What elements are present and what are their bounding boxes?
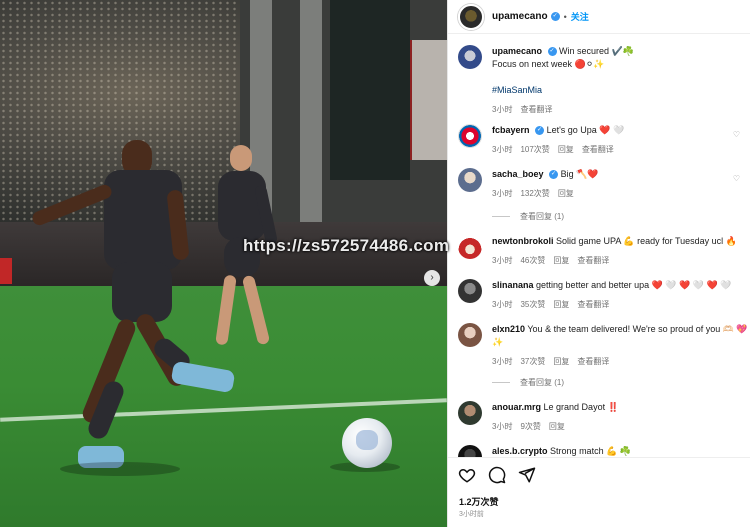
comment: ales.b.crypto Strong match 💪 ☘️: [458, 445, 748, 457]
post-likes-count[interactable]: 1.2万次赞: [459, 495, 499, 508]
view-replies-link[interactable]: 查看回复 (1): [492, 211, 564, 222]
translate-link[interactable]: 查看翻译: [577, 256, 609, 265]
verified-badge-icon: ✓: [549, 170, 559, 180]
likes-count[interactable]: 46次赞: [520, 256, 545, 265]
follow-button[interactable]: 关注: [571, 10, 589, 23]
heart-icon[interactable]: [458, 466, 476, 484]
soccer-ball: [342, 418, 392, 468]
post-photo: ›: [0, 0, 447, 527]
likes-count[interactable]: 9次赞: [520, 422, 540, 431]
translate-link[interactable]: 查看翻译: [520, 105, 552, 114]
post-timestamp: 3小时前: [459, 511, 484, 518]
translate-link[interactable]: 查看翻译: [577, 300, 609, 309]
share-icon[interactable]: [518, 466, 536, 484]
watermark-text: https://zs572574486.com: [243, 236, 450, 255]
reply-link[interactable]: 回复: [558, 145, 574, 154]
reply-link[interactable]: 回复: [558, 189, 574, 198]
comment: slinanana getting better and better upa …: [458, 279, 748, 311]
comments-list[interactable]: upamecano ✓ Win secured ✔️☘️ Focus on ne…: [448, 35, 750, 457]
commenter-avatar[interactable]: [458, 124, 482, 148]
commenter-avatar[interactable]: [458, 168, 482, 192]
comment: sacha_boey ✓ Big 🪓❤️ 3小时 132次赞 回复 ♡: [458, 168, 748, 200]
likes-count[interactable]: 37次赞: [520, 357, 545, 366]
comment: elxn210 You & the team delivered! We're …: [458, 323, 748, 368]
foreground-player: [30, 140, 240, 480]
heart-icon[interactable]: ♡: [733, 174, 740, 183]
author-avatar[interactable]: [458, 45, 482, 69]
post-actions-bar: 1.2万次赞 3小时前: [448, 457, 750, 527]
chevron-right-icon[interactable]: ›: [424, 270, 440, 286]
post-caption: upamecano ✓ Win secured ✔️☘️ Focus on ne…: [458, 45, 748, 116]
view-replies-link[interactable]: 查看回复 (1): [492, 377, 564, 388]
translate-link[interactable]: 查看翻译: [577, 357, 609, 366]
reply-link[interactable]: 回复: [553, 256, 569, 265]
comment: anouar.mrg Le grand Dayot ‼️ 3小时 9次赞 回复: [458, 401, 748, 433]
likes-count[interactable]: 107次赞: [520, 145, 549, 154]
heart-icon[interactable]: ♡: [733, 130, 740, 139]
comments-panel: upamecano ✓ • 关注 upamecano ✓ Win secured…: [447, 0, 750, 527]
comment: newtonbrokoli Solid game UPA 💪 ready for…: [458, 235, 748, 267]
verified-badge-icon: ✓: [547, 47, 557, 57]
hashtag-link[interactable]: #MiaSanMia: [492, 85, 542, 95]
translate-link[interactable]: 查看翻译: [582, 145, 614, 154]
commenter-avatar[interactable]: [458, 445, 482, 457]
reply-link[interactable]: 回复: [549, 422, 565, 431]
likes-count[interactable]: 132次赞: [520, 189, 549, 198]
commenter-avatar[interactable]: [458, 323, 482, 347]
reply-link[interactable]: 回复: [553, 357, 569, 366]
comment: fcbayern ✓ Let's go Upa ❤️ 🤍 3小时 107次赞 回复查…: [458, 124, 748, 156]
verified-badge-icon: ✓: [535, 126, 545, 136]
verified-badge-icon: ✓: [550, 12, 560, 21]
commenter-avatar[interactable]: [458, 279, 482, 303]
author-username[interactable]: upamecano: [492, 11, 548, 22]
post-header: upamecano ✓ • 关注: [448, 0, 750, 34]
likes-count[interactable]: 35次赞: [520, 300, 545, 309]
comment-icon[interactable]: [488, 466, 506, 484]
reply-link[interactable]: 回复: [553, 300, 569, 309]
commenter-avatar[interactable]: [458, 235, 482, 259]
commenter-avatar[interactable]: [458, 401, 482, 425]
author-avatar[interactable]: [458, 3, 484, 30]
